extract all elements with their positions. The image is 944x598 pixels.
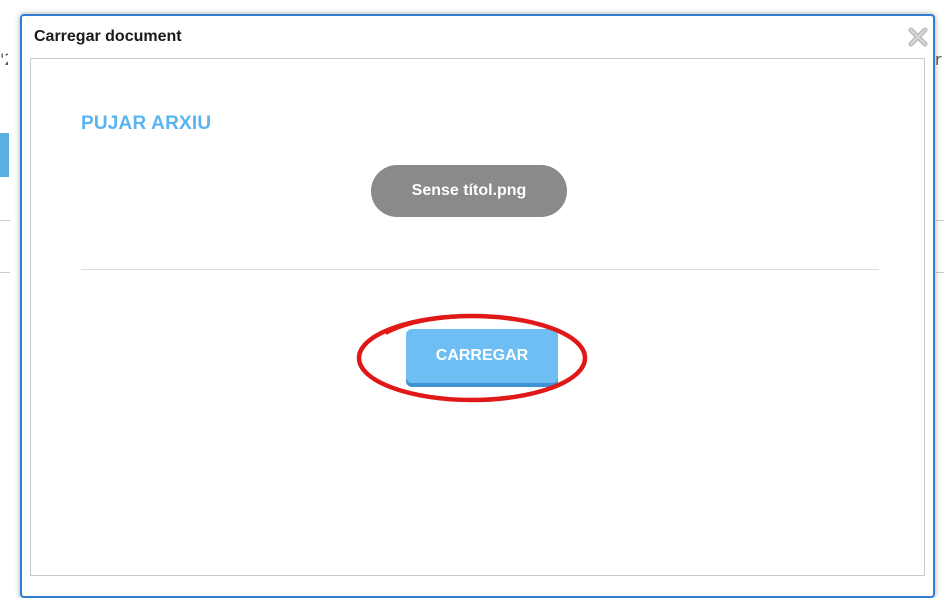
close-button[interactable]	[905, 24, 931, 50]
background-button-fragment	[0, 133, 9, 177]
selected-file-chip[interactable]: Sense títol.png	[371, 165, 567, 217]
divider	[81, 269, 879, 270]
background-divider	[936, 220, 944, 221]
close-icon	[908, 27, 928, 47]
upload-button[interactable]: CARREGAR	[406, 329, 558, 383]
dialog-body: PUJAR ARXIU Sense títol.png CARREGAR	[30, 58, 925, 576]
section-title: PUJAR ARXIU	[81, 113, 212, 134]
background-text-fragment-left: '2	[0, 50, 8, 69]
background-divider	[0, 272, 10, 273]
file-name-label: Sense títol.png	[411, 182, 527, 199]
background-divider	[0, 220, 10, 221]
background-text-fragment-right: r	[935, 50, 942, 69]
dialog-title: Carregar document	[34, 28, 182, 45]
upload-document-dialog: Carregar document PUJAR ARXIU Sense títo…	[20, 14, 935, 598]
dialog-header: Carregar document	[22, 16, 933, 54]
background-divider	[936, 272, 944, 273]
